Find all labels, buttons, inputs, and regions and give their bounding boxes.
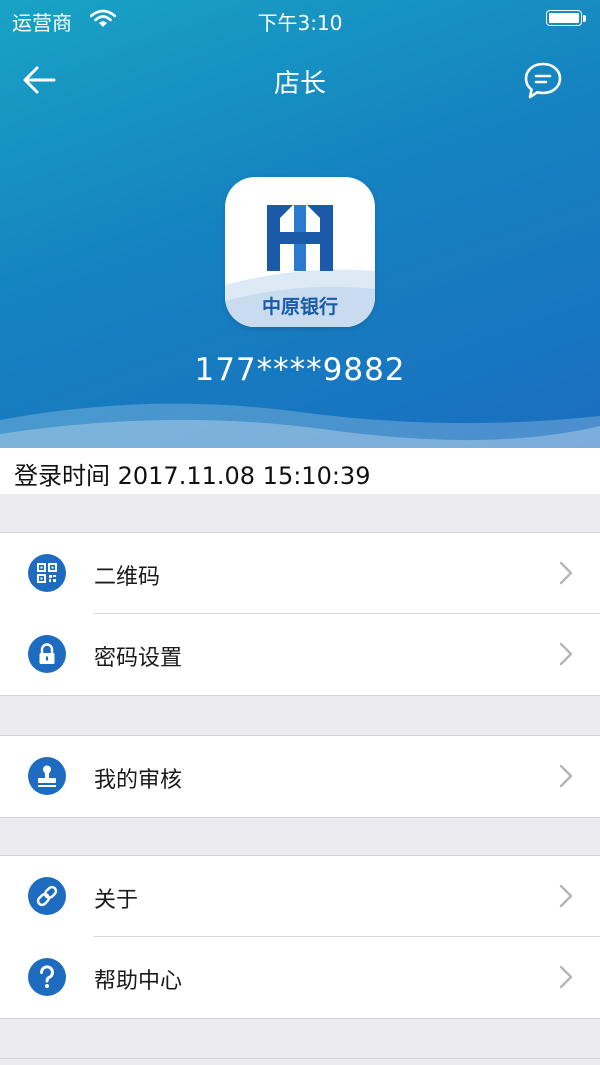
phone-number: 177****9882 bbox=[194, 352, 406, 388]
bank-logo: 中原银行 bbox=[225, 177, 375, 327]
menu-label-qrcode: 二维码 bbox=[94, 565, 161, 590]
chevron-right-icon bbox=[559, 642, 573, 666]
bottom-separator bbox=[0, 1058, 600, 1059]
menu-item-review[interactable]: 我的审核 bbox=[0, 736, 600, 817]
question-icon bbox=[28, 958, 66, 996]
menu-item-help[interactable]: 帮助中心 bbox=[0, 937, 600, 1018]
menu-group-account: 二维码 密码设置 bbox=[0, 532, 600, 696]
wave-decoration bbox=[0, 403, 600, 448]
login-info: 登录时间 2017.11.08 15:10:39 bbox=[0, 448, 600, 494]
page-title: 店长 bbox=[273, 69, 326, 99]
status-time: 下午3:10 bbox=[257, 11, 343, 35]
nav-bar: 店长 bbox=[0, 50, 600, 110]
chevron-right-icon bbox=[559, 561, 573, 585]
link-icon bbox=[28, 877, 66, 915]
menu-item-password[interactable]: 密码设置 bbox=[0, 614, 600, 695]
menu-label-about: 关于 bbox=[94, 888, 139, 913]
menu-label-password: 密码设置 bbox=[94, 646, 183, 671]
message-button[interactable] bbox=[522, 60, 564, 102]
menu-group-review: 我的审核 bbox=[0, 735, 600, 818]
arrow-left-icon bbox=[23, 66, 56, 94]
menu-label-review: 我的审核 bbox=[94, 768, 183, 793]
lock-icon bbox=[28, 635, 66, 673]
battery-icon bbox=[546, 10, 588, 28]
logo-text: 中原银行 bbox=[261, 296, 338, 318]
profile-header: 运营商 下午3:10 店长 中原银行 177****9882 bbox=[0, 0, 600, 448]
menu-label-help: 帮助中心 bbox=[94, 969, 183, 994]
menu-item-about[interactable]: 关于 bbox=[0, 856, 600, 937]
chat-bubble-icon bbox=[524, 62, 562, 99]
chevron-right-icon bbox=[559, 884, 573, 908]
qr-code-icon bbox=[28, 554, 66, 592]
menu-group-info: 关于 帮助中心 bbox=[0, 855, 600, 1019]
chevron-right-icon bbox=[559, 764, 573, 788]
menu-item-qrcode[interactable]: 二维码 bbox=[0, 533, 600, 614]
status-bar: 运营商 下午3:10 bbox=[0, 0, 600, 40]
back-button[interactable] bbox=[20, 62, 60, 98]
stamp-icon bbox=[28, 757, 66, 795]
login-time: 登录时间 2017.11.08 15:10:39 bbox=[14, 462, 371, 490]
chevron-right-icon bbox=[559, 965, 573, 989]
